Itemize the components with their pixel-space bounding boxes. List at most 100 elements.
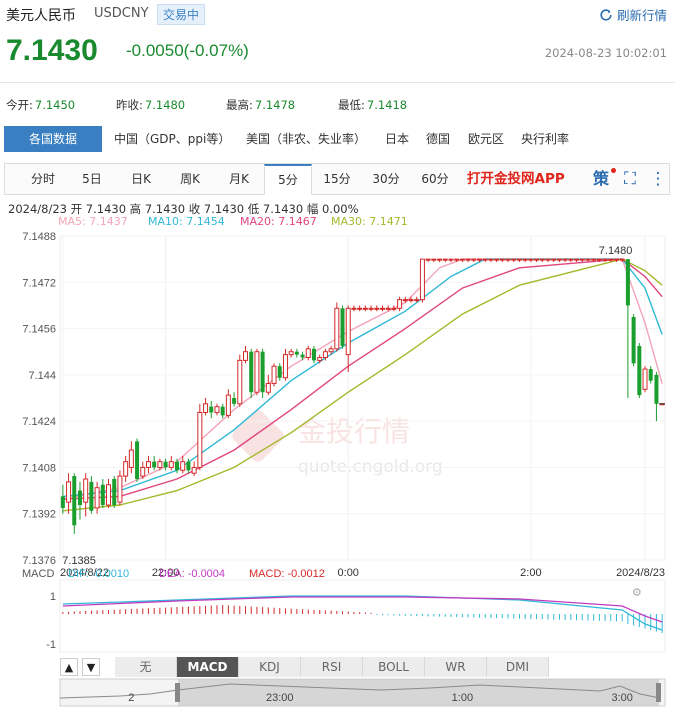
candle-body (232, 398, 237, 404)
chart-annotations: 7.1480 7.1385 (62, 245, 665, 567)
candle-body (654, 374, 659, 404)
candle-body (454, 258, 460, 261)
navigator[interactable]: 2 23:00 1:00 3:00 (59, 678, 666, 707)
tab-monthly-k[interactable]: 月K (215, 164, 263, 194)
tab-30min[interactable]: 30分 (362, 164, 410, 194)
candle-body (328, 348, 334, 353)
more-icon[interactable]: ⋮ (647, 167, 669, 191)
category-central-bank-rate[interactable]: 央行利率 (521, 126, 569, 152)
candle-body (186, 461, 191, 471)
y-tick-label: 7.1376 (22, 555, 56, 567)
candle-body (602, 258, 608, 261)
category-germany[interactable]: 德国 (426, 126, 450, 152)
indicator-macd[interactable]: MACD (177, 657, 239, 677)
category-japan[interactable]: 日本 (385, 126, 409, 152)
indicator-wr[interactable]: WR (425, 657, 487, 677)
candle-body (574, 258, 580, 261)
tab-5day[interactable]: 5日 (68, 164, 116, 194)
tab-daily-k[interactable]: 日K (117, 164, 165, 194)
indicator-kdj[interactable]: KDJ (239, 657, 301, 677)
candle-body (471, 258, 477, 261)
y-tick-label: 7.1488 (22, 231, 56, 243)
candle-body (117, 475, 123, 503)
candle-body (482, 258, 488, 261)
category-country-data[interactable]: 各国数据 (4, 126, 102, 152)
candle-body (522, 258, 528, 261)
candle-body (408, 299, 414, 302)
refresh-button[interactable]: 刷新行情 (599, 5, 667, 24)
min-price-label: 7.1385 (62, 555, 96, 567)
candle-body (391, 307, 397, 310)
candle-body (568, 258, 574, 261)
stat-low: 最低: 7.1418 (338, 98, 408, 112)
candle-body (112, 479, 117, 506)
y-tick-label: 7.144 (28, 370, 56, 382)
arrow-up-icon[interactable]: ▲ (60, 658, 78, 676)
candle-body (351, 307, 357, 310)
candle-body (220, 406, 225, 416)
stat-open: 今开: 7.1450 (6, 98, 76, 112)
indicator-rsi[interactable]: RSI (301, 657, 363, 677)
indicator-boll[interactable]: BOLL (363, 657, 425, 677)
candle-body (334, 307, 340, 350)
candle-body (642, 368, 648, 390)
candle-body (448, 258, 454, 261)
data-category-nav: 各国数据 中国（GDP、ppi等） 美国（非农、失业率） 日本 德国 欧元区 央… (4, 126, 670, 152)
candle-body (237, 359, 243, 405)
candle-body (163, 461, 168, 468)
tab-intraday[interactable]: 分时 (19, 164, 67, 194)
navigator-window (178, 679, 659, 706)
candle-body (265, 383, 271, 393)
macd-dif-label: DIF: -0.0010 (68, 568, 129, 580)
refresh-icon (600, 8, 612, 21)
navigator-handle-right (656, 683, 661, 702)
max-price-label: 7.1480 (599, 245, 633, 257)
stat-prev-close: 昨收: 7.1480 (116, 98, 186, 112)
category-china[interactable]: 中国（GDP、ppi等） (114, 126, 230, 152)
candle-body (180, 461, 186, 471)
candle-body (203, 403, 209, 413)
candle-body (106, 484, 112, 506)
kline-chart[interactable]: 金投行情 quote.cngold.org 7.1488 7.1472 7.1456… (0, 228, 675, 710)
x-tick-label: 2024/8/23 (616, 567, 665, 579)
candle-body (431, 258, 437, 261)
quote-timestamp: 2024-08-23 10:02:01 (544, 46, 667, 60)
strategy-button[interactable]: 策 (590, 167, 612, 191)
instrument-name: 美元人民币 (6, 8, 76, 24)
candle-body (465, 258, 471, 261)
candle-body (648, 369, 653, 381)
macd-y-tick: -1 (46, 639, 56, 651)
current-price: 7.1430 (6, 34, 98, 67)
indicator-none[interactable]: 无 (115, 657, 177, 677)
tab-5min[interactable]: 5分 (264, 164, 312, 195)
candle-body (585, 258, 591, 261)
candle-body (197, 411, 203, 468)
candle-body (596, 258, 602, 261)
ma5-label: MA5: 7.1437 (58, 215, 128, 228)
tab-15min[interactable]: 15分 (313, 164, 361, 194)
arrow-down-icon[interactable]: ▼ (82, 658, 100, 676)
candle-body (135, 441, 140, 479)
candle-body (100, 484, 105, 506)
candle-body (305, 348, 311, 358)
indicator-dmi[interactable]: DMI (487, 657, 549, 677)
y-tick-label: 7.1456 (22, 324, 56, 336)
x-axis: 2024/8/22 22:00 0:00 2:00 2024/8/23 (60, 567, 665, 579)
fullscreen-icon[interactable]: ⛶ (619, 167, 641, 191)
candle-body (437, 258, 443, 261)
candle-body (385, 307, 391, 310)
candle-body (528, 258, 534, 261)
candle-body (83, 478, 89, 503)
tab-weekly-k[interactable]: 周K (166, 164, 214, 194)
candle-body (631, 317, 636, 364)
candle-body (242, 351, 248, 361)
macd-dif-line (62, 595, 663, 631)
category-usa[interactable]: 美国（非农、失业率） (246, 126, 366, 152)
category-eurozone[interactable]: 欧元区 (468, 126, 504, 152)
macd-title: MACD (22, 568, 54, 580)
candle-body (260, 351, 265, 393)
y-tick-label: 7.1392 (22, 509, 56, 521)
tab-60min[interactable]: 60分 (411, 164, 459, 194)
candle-body (619, 258, 625, 261)
open-app-link[interactable]: 打开金投网APP (467, 164, 565, 194)
